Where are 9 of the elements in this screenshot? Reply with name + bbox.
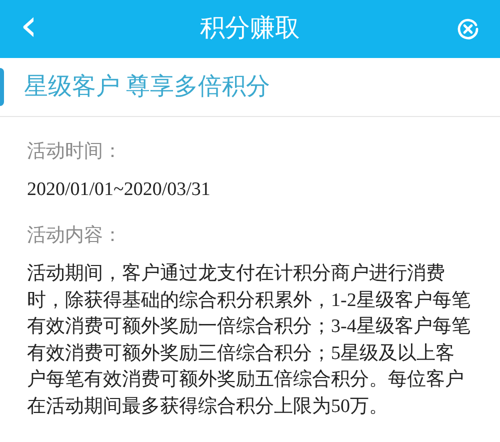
banner-title: 星级客户 尊享多倍积分 xyxy=(24,72,270,102)
section-label: 活动内容： xyxy=(27,224,123,248)
description-text: 活动期间，客户通过龙支付在计积分商户进行消费时，除获得基础的综合积分积累外，1-2星级客户每笔有效消费可额外奖励一倍综合积分；3-4星级客户每笔有效消费可额外奖励三倍综合积分；5星级及以上客户每笔有效消费可额外奖励五倍综合积分。每位客户在活动期间最多获得综合积分上限为50万。 xyxy=(27,262,472,418)
page-title: 积分赚取 xyxy=(199,14,301,44)
accent-bar xyxy=(0,68,4,106)
close-icon xyxy=(456,17,480,41)
date-range: 2020/01/01~2020/03/31 xyxy=(27,178,212,202)
section-label: 活动时间： xyxy=(27,140,123,164)
back-button[interactable]: ‹ xyxy=(20,4,60,48)
